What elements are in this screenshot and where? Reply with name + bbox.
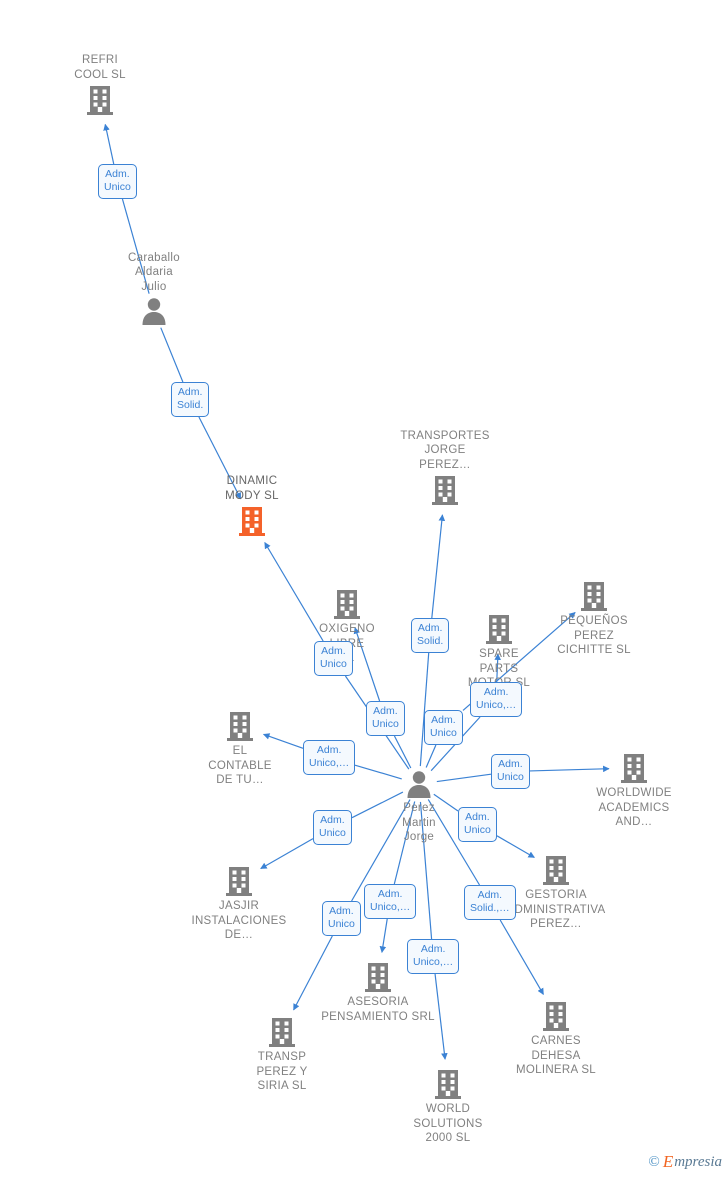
edge-label-e_perez_world_sol[interactable]: Adm. Unico,… xyxy=(407,939,460,974)
edge-label-e_perez_transp[interactable]: Adm. Unico xyxy=(322,901,361,936)
edge-label-e_perez_spare[interactable]: Adm. Unico,… xyxy=(470,682,523,717)
copyright-icon: © xyxy=(648,1153,660,1170)
edge-label-e_perez_oxigeno[interactable]: Adm. Unico xyxy=(366,701,405,736)
edge-label-e_perez_asesoria[interactable]: Adm. Unico,… xyxy=(364,884,417,919)
edge-label-e_caraballo_refri[interactable]: Adm. Unico xyxy=(98,164,137,199)
edge-label-e_perez_transportes[interactable]: Adm. Solid. xyxy=(411,618,450,653)
edge-label-e_perez_contable[interactable]: Adm. Unico,… xyxy=(303,740,356,775)
edge-label-e_perez_gestoria[interactable]: Adm. Unico xyxy=(458,807,497,842)
edge-label-e_perez_jasjir[interactable]: Adm. Unico xyxy=(313,810,352,845)
edge-label-e_perez_pequenos[interactable]: Adm. Unico xyxy=(424,710,463,745)
edge-label-e_perez_dinamic[interactable]: Adm. Unico xyxy=(314,641,353,676)
edge-label-e_perez_worldwide[interactable]: Adm. Unico xyxy=(491,754,530,789)
edge-label-layer: Adm. Unico Adm. Solid. Adm. Unico Adm. Soli… xyxy=(0,0,728,1180)
edge-label-e_caraballo_dinamic[interactable]: Adm. Solid. xyxy=(171,382,210,417)
empresia-watermark: © E mpresia xyxy=(648,1152,722,1172)
network-graph-canvas: REFRI COOL SL Caraballo Aldaria Julio DINA… xyxy=(0,0,728,1180)
watermark-brand-initial: E xyxy=(662,1152,674,1171)
watermark-brand-name: mpresia xyxy=(674,1153,722,1170)
edge-label-e_perez_carnes[interactable]: Adm. Solid.,… xyxy=(464,885,516,920)
